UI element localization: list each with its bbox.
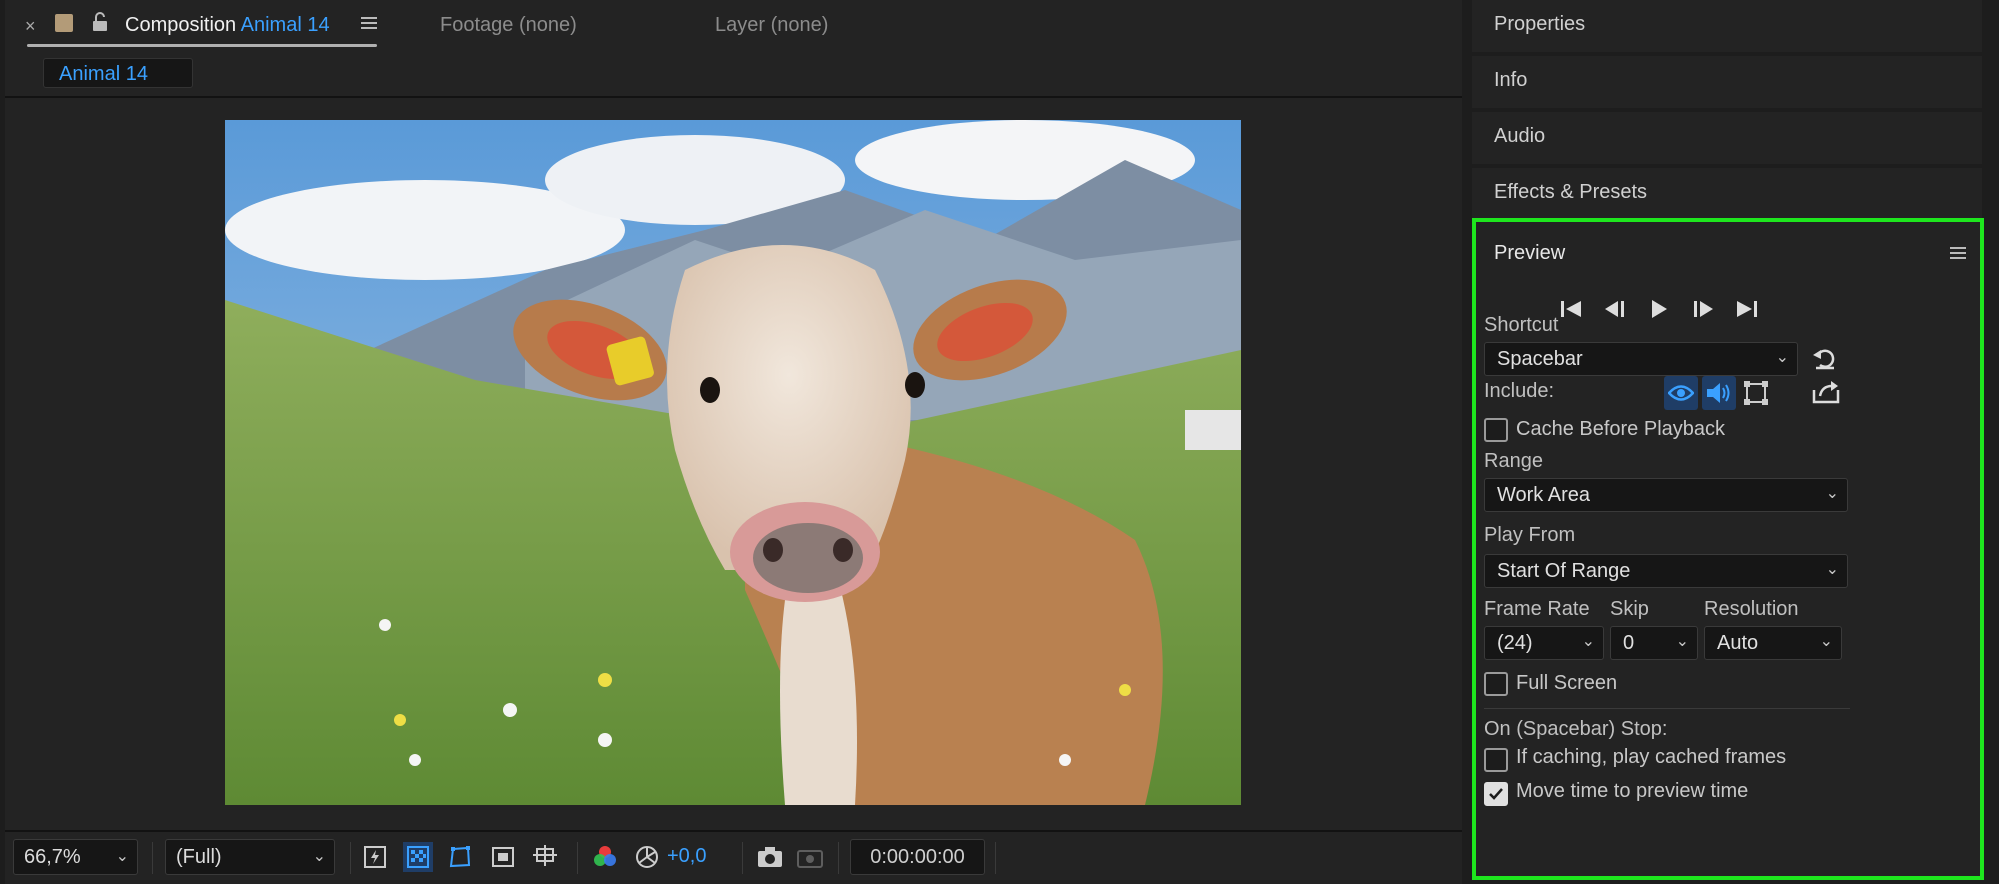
viewer-footer-toolbar: 66,7% ⌄ (Full) ⌄ +0,0 0:00:00:00 [5,830,1462,884]
close-tab-icon[interactable]: × [25,16,36,37]
play-from-label: Play From [1484,524,1576,546]
next-frame-icon[interactable] [1688,294,1718,324]
if-caching-label: If caching, play cached frames [1516,746,1787,768]
cow-photo [225,120,1241,805]
play-icon[interactable] [1644,294,1674,324]
tab-footage[interactable]: Footage (none) [440,14,577,37]
mask-path-visibility-icon[interactable] [445,842,475,872]
divider [350,842,351,874]
include-label: Include: [1484,380,1555,402]
composition-color-swatch [55,14,73,32]
shortcut-value: Spacebar [1497,348,1583,370]
resolution-value: (Full) [176,846,222,868]
chevron-down-icon: ⌄ [1775,349,1789,366]
full-screen-checkbox[interactable] [1484,672,1508,696]
cache-before-playback-checkbox[interactable] [1484,418,1508,442]
export-icon[interactable] [1812,380,1840,409]
divider [577,842,578,874]
skip-label: Skip [1610,598,1649,620]
chevron-down-icon: ⌄ [1819,633,1833,650]
channel-colors-icon[interactable] [590,842,620,872]
exposure-value[interactable]: +0,0 [667,845,706,868]
range-label: Range [1484,450,1543,472]
reset-icon[interactable] [1812,346,1838,377]
first-frame-icon[interactable] [1556,294,1586,324]
divider [1484,708,1850,709]
panel-effects-presets-label: Effects & Presets [1494,181,1648,203]
range-value: Work Area [1497,484,1590,506]
composition-tab-bar: × Composition Animal 14 Footage (none) L… [5,0,1462,52]
chevron-down-icon: ⌄ [1825,485,1839,502]
composition-panel: × Composition Animal 14 Footage (none) L… [5,0,1462,884]
color-management-icon[interactable] [632,842,662,872]
frame-rate-dropdown[interactable]: (24) ⌄ [1484,626,1604,660]
current-time-display[interactable]: 0:00:00:00 [850,839,985,875]
divider [838,842,839,874]
frame-rate-value: (24) [1497,632,1533,654]
panel-info[interactable]: Info [1472,56,1982,108]
preview-panel: Preview Shortcut Spacebar ⌄ Include: Cac [1472,218,1984,880]
include-video-eye-icon[interactable] [1664,376,1698,410]
skip-value: 0 [1623,632,1635,654]
tab-composition-name: Animal 14 [240,14,330,36]
lock-icon[interactable] [91,12,109,37]
chevron-down-icon: ⌄ [312,848,326,865]
resolution-preview-dropdown[interactable]: Auto ⌄ [1704,626,1842,660]
preview-title: Preview [1494,242,1566,264]
tab-composition[interactable]: Composition Animal 14 [125,14,330,37]
skip-dropdown[interactable]: 0 ⌄ [1610,626,1698,660]
last-frame-icon[interactable] [1732,294,1762,324]
move-time-checkbox[interactable] [1484,782,1508,806]
grid-guides-icon[interactable] [530,842,560,872]
shortcut-dropdown[interactable]: Spacebar ⌄ [1484,342,1798,376]
fast-previews-icon[interactable] [360,842,390,872]
snapshot-camera-icon[interactable] [755,842,785,872]
resolution-label: Resolution [1704,598,1799,620]
play-from-dropdown[interactable]: Start Of Range ⌄ [1484,554,1848,588]
panel-audio[interactable]: Audio [1472,112,1982,164]
previous-frame-icon[interactable] [1600,294,1630,324]
panel-info-label: Info [1494,69,1528,91]
include-audio-speaker-icon[interactable] [1702,376,1736,410]
panel-audio-label: Audio [1494,125,1546,147]
panel-effects-presets[interactable]: Effects & Presets [1472,168,1982,220]
tab-composition-prefix: Composition [125,14,237,36]
panel-properties-label: Properties [1494,13,1586,35]
hamburger-menu-icon[interactable] [361,16,377,35]
hamburger-menu-icon[interactable] [1950,246,1966,265]
panel-properties[interactable]: Properties [1472,0,1982,52]
region-of-interest-icon[interactable] [488,842,518,872]
frame-rate-label: Frame Rate [1484,598,1590,620]
breadcrumb[interactable]: Animal 14 [43,58,193,88]
full-screen-label: Full Screen [1516,672,1618,694]
divider [152,842,153,874]
resolution-preview-value: Auto [1717,632,1759,654]
chevron-down-icon: ⌄ [1675,633,1689,650]
zoom-dropdown[interactable]: 66,7% ⌄ [13,839,138,875]
shortcut-label: Shortcut [1484,314,1559,336]
if-caching-checkbox[interactable] [1484,748,1508,772]
play-from-value: Start Of Range [1497,560,1631,582]
show-snapshot-icon[interactable] [795,842,825,872]
chevron-down-icon: ⌄ [1825,561,1839,578]
active-tab-underline [27,44,377,47]
breadcrumb-row: Animal 14 [5,52,1462,98]
range-dropdown[interactable]: Work Area ⌄ [1484,478,1848,512]
transparency-grid-icon[interactable] [403,842,433,872]
resolution-dropdown[interactable]: (Full) ⌄ [165,839,335,875]
cache-before-playback-label: Cache Before Playback [1516,418,1726,440]
chevron-down-icon: ⌄ [1581,633,1595,650]
zoom-value: 66,7% [24,846,81,868]
include-overlays-icon[interactable] [1743,380,1769,411]
move-time-label: Move time to preview time [1516,780,1749,802]
divider [742,842,743,874]
divider [995,842,996,874]
chevron-down-icon: ⌄ [115,848,129,865]
on-stop-label: On (Spacebar) Stop: [1484,718,1668,740]
tab-layer[interactable]: Layer (none) [715,14,828,37]
